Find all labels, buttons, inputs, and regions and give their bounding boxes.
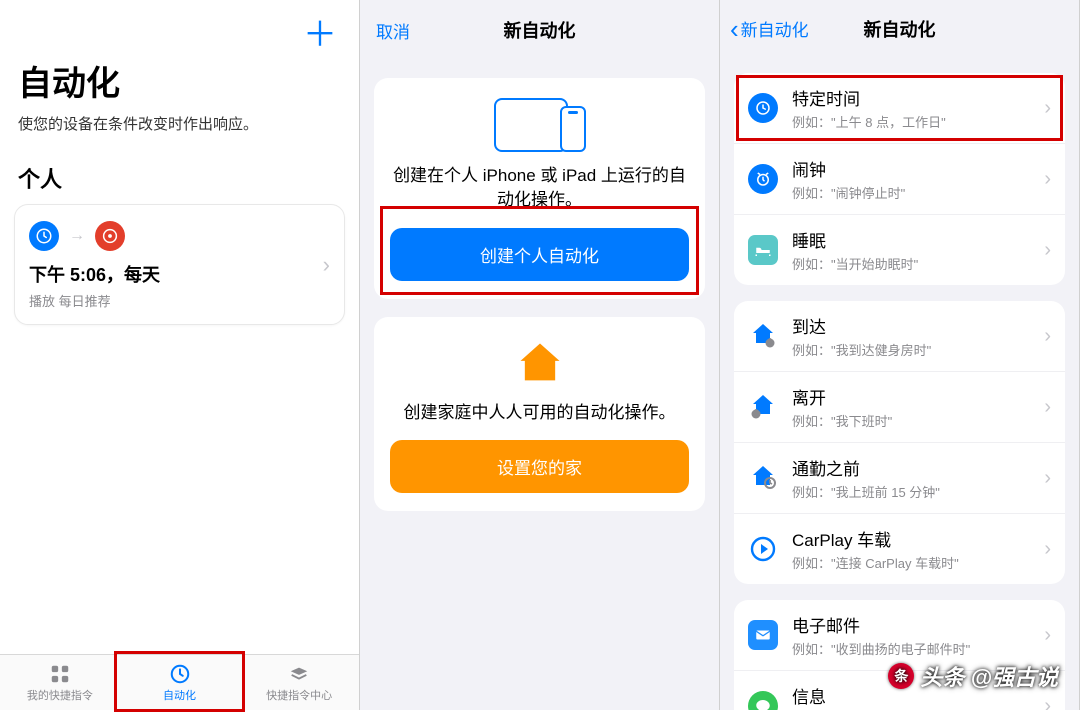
row-title: 闹钟	[792, 156, 1044, 181]
row-title: 特定时间	[792, 85, 1044, 110]
automation-time-label: 下午 5:06，每天	[29, 261, 330, 287]
trigger-group-communication: 电子邮件 例如："收到曲扬的电子邮件时" › 信息 例如："收到妈妈的信息时" …	[734, 600, 1065, 710]
chevron-left-icon: ‹	[730, 16, 739, 42]
music-app-icon	[95, 221, 125, 251]
automation-card[interactable]: → 下午 5:06，每天 播放 每日推荐 ›	[14, 204, 345, 325]
watermark-text: 头条 @强古说	[920, 660, 1058, 692]
tab-label: 自动化	[163, 687, 196, 703]
trigger-row-commute[interactable]: 通勤之前 例如："我上班前 15 分钟" ›	[734, 442, 1065, 513]
carplay-icon	[748, 534, 778, 564]
mail-icon	[748, 620, 778, 650]
create-personal-automation-button[interactable]: 创建个人自动化	[390, 228, 689, 281]
arrive-icon	[748, 321, 778, 351]
tab-gallery[interactable]: 快捷指令中心	[239, 655, 359, 710]
home-illustration	[390, 337, 689, 389]
chevron-right-icon: ›	[1044, 538, 1051, 561]
pane-automation-home: ＋ 自动化 使您的设备在条件改变时作出响应。 个人 → 下午 5:06，每天 播…	[0, 0, 360, 710]
automation-action-label: 播放 每日推荐	[29, 291, 330, 310]
row-subtitle: 例如："连接 CarPlay 车载时"	[792, 553, 1044, 572]
nav-title: 新自动化	[504, 17, 576, 43]
trigger-row-time-of-day[interactable]: 特定时间 例如："上午 8 点，工作日" ›	[734, 73, 1065, 143]
personal-header: 个人	[18, 162, 341, 194]
chevron-right-icon: ›	[1044, 325, 1051, 348]
chevron-right-icon: ›	[1044, 396, 1051, 419]
row-subtitle: 例如："当开始助眠时"	[792, 254, 1044, 273]
clock-icon	[168, 663, 192, 685]
alarm-icon	[748, 164, 778, 194]
row-subtitle: 例如："我上班前 15 分钟"	[792, 482, 1044, 501]
trigger-list[interactable]: 特定时间 例如："上午 8 点，工作日" › 闹钟 例如："闹钟停止时" ›	[720, 57, 1079, 710]
back-button[interactable]: ‹ 新自动化	[730, 16, 809, 42]
nav-bar: ‹ 新自动化 新自动化	[720, 0, 1079, 57]
pane-trigger-picker: ‹ 新自动化 新自动化 特定时间 例如："上午 8 点，工作日" ›	[720, 0, 1080, 710]
pane-new-automation-choice: 取消 新自动化 创建在个人 iPhone 或 iPad 上运行的自动化操作。 创…	[360, 0, 720, 710]
leave-icon	[748, 392, 778, 422]
trigger-row-sleep[interactable]: 睡眠 例如："当开始助眠时" ›	[734, 214, 1065, 285]
row-title: 到达	[792, 313, 1044, 338]
commute-icon	[748, 463, 778, 493]
personal-automation-card: 创建在个人 iPhone 或 iPad 上运行的自动化操作。 创建个人自动化	[374, 78, 705, 299]
chevron-right-icon: ›	[1044, 467, 1051, 490]
row-title: 离开	[792, 384, 1044, 409]
home-automation-card: 创建家庭中人人可用的自动化操作。 设置您的家	[374, 317, 705, 512]
clock-icon	[29, 221, 59, 251]
row-title: 睡眠	[792, 227, 1044, 252]
iphone-icon	[560, 106, 586, 152]
grid-icon	[48, 663, 72, 685]
chevron-right-icon: ›	[1044, 97, 1051, 120]
cancel-button[interactable]: 取消	[376, 18, 410, 43]
watermark: 条 头条 @强古说	[888, 660, 1058, 692]
trigger-row-alarm[interactable]: 闹钟 例如："闹钟停止时" ›	[734, 143, 1065, 214]
chevron-right-icon: ›	[1044, 695, 1051, 710]
tab-my-shortcuts[interactable]: 我的快捷指令	[0, 655, 120, 710]
nav-bar: 取消 新自动化	[360, 0, 719, 60]
trigger-group-location: 到达 例如："我到达健身房时" › 离开 例如："我下班时" ›	[734, 301, 1065, 584]
row-subtitle: 例如："我到达健身房时"	[792, 340, 1044, 359]
nav-title: 新自动化	[864, 16, 936, 42]
tab-label: 我的快捷指令	[27, 687, 93, 703]
home-icon	[514, 337, 566, 389]
page-title: 自动化	[18, 56, 359, 105]
tab-label: 快捷指令中心	[266, 687, 332, 703]
tab-bar: 我的快捷指令 自动化 快捷指令中心	[0, 654, 359, 710]
chevron-right-icon: ›	[1044, 624, 1051, 647]
trigger-row-carplay[interactable]: CarPlay 车载 例如："连接 CarPlay 车载时" ›	[734, 513, 1065, 584]
setup-home-button[interactable]: 设置您的家	[390, 440, 689, 493]
arrow-icon: →	[69, 227, 85, 245]
watermark-logo-icon: 条	[888, 663, 914, 689]
chevron-right-icon: ›	[323, 252, 330, 278]
add-button[interactable]: ＋	[303, 18, 337, 52]
clock-icon	[748, 93, 778, 123]
row-title: 通勤之前	[792, 455, 1044, 480]
chevron-right-icon: ›	[1044, 168, 1051, 191]
trigger-row-leave[interactable]: 离开 例如："我下班时" ›	[734, 371, 1065, 442]
back-label: 新自动化	[741, 16, 809, 41]
gallery-icon	[287, 663, 311, 685]
row-subtitle: 例如："上午 8 点，工作日"	[792, 112, 1044, 131]
automation-card-icons: →	[29, 221, 330, 251]
row-title: 电子邮件	[792, 612, 1044, 637]
personal-card-text: 创建在个人 iPhone 或 iPad 上运行的自动化操作。	[390, 164, 689, 212]
page-subtitle: 使您的设备在条件改变时作出响应。	[18, 113, 341, 134]
tab-automation[interactable]: 自动化	[120, 655, 240, 710]
row-subtitle: 例如："收到曲扬的电子邮件时"	[792, 639, 1044, 658]
row-subtitle: 例如："我下班时"	[792, 411, 1044, 430]
trigger-group-time: 特定时间 例如："上午 8 点，工作日" › 闹钟 例如："闹钟停止时" ›	[734, 73, 1065, 285]
bed-icon	[748, 235, 778, 265]
row-title: CarPlay 车载	[792, 526, 1044, 551]
home-card-text: 创建家庭中人人可用的自动化操作。	[390, 401, 689, 425]
row-subtitle: 例如："闹钟停止时"	[792, 183, 1044, 202]
chevron-right-icon: ›	[1044, 239, 1051, 262]
trigger-row-arrive[interactable]: 到达 例如："我到达健身房时" ›	[734, 301, 1065, 371]
message-icon	[748, 691, 778, 710]
devices-illustration	[390, 98, 689, 152]
ipad-icon	[494, 98, 568, 152]
